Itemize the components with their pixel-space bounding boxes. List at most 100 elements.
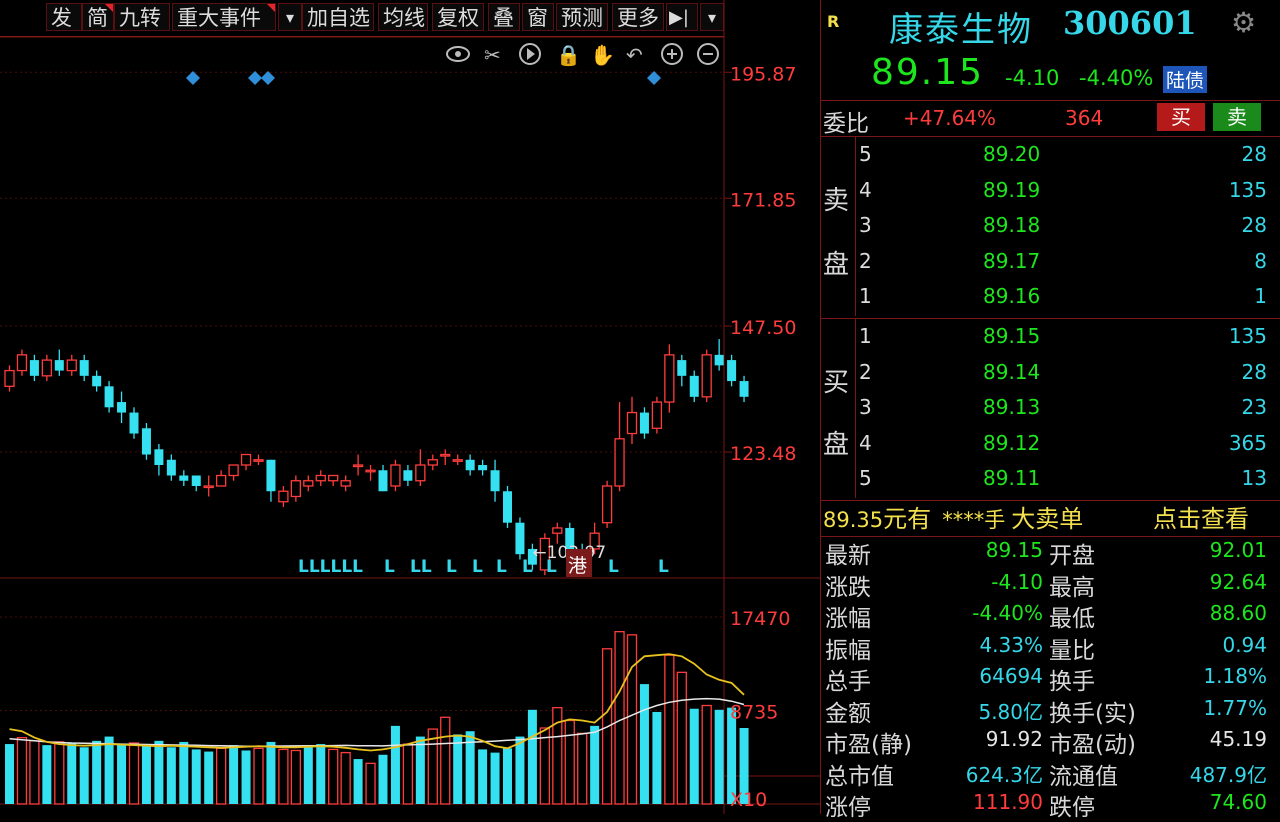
volume-bar[interactable] bbox=[241, 750, 251, 804]
sell-level-row[interactable]: 5 89.20 28 bbox=[857, 138, 1267, 172]
volume-bar[interactable] bbox=[215, 747, 227, 805]
sell-level-row[interactable]: 4 89.19 135 bbox=[857, 174, 1267, 208]
volume-bar[interactable] bbox=[626, 634, 638, 805]
volume-bar[interactable] bbox=[128, 742, 140, 805]
event-diamond[interactable] bbox=[186, 71, 200, 85]
volume-bar[interactable] bbox=[564, 719, 575, 805]
volume-bar[interactable] bbox=[689, 708, 699, 804]
candle[interactable] bbox=[552, 522, 563, 544]
volume-bar[interactable] bbox=[427, 728, 438, 805]
candle[interactable] bbox=[166, 454, 176, 481]
candle[interactable] bbox=[614, 402, 625, 492]
volume-bar[interactable] bbox=[590, 725, 600, 804]
volume-bar[interactable] bbox=[5, 744, 14, 804]
sell-level-row[interactable]: 3 89.18 28 bbox=[857, 209, 1267, 243]
lock-icon[interactable]: 🔒 bbox=[556, 43, 581, 67]
candle[interactable] bbox=[701, 349, 712, 403]
volume-bar[interactable] bbox=[266, 741, 276, 804]
volume-bar[interactable] bbox=[229, 745, 239, 804]
candle[interactable] bbox=[490, 459, 500, 502]
buy-level-row[interactable]: 3 89.13 23 bbox=[857, 391, 1267, 425]
scissors-icon[interactable]: ✂ bbox=[484, 43, 501, 67]
candle[interactable] bbox=[129, 407, 139, 439]
volume-bar[interactable] bbox=[577, 732, 588, 805]
volume-bar[interactable] bbox=[191, 749, 201, 804]
candle[interactable] bbox=[340, 475, 351, 492]
candle[interactable] bbox=[677, 354, 687, 387]
volume-bar[interactable] bbox=[478, 749, 488, 804]
candle[interactable] bbox=[303, 475, 314, 492]
candle[interactable] bbox=[403, 465, 413, 486]
kline-chart[interactable]: ✂ 🔒 ✋ ↶ 195.87 171.85 147.50 123.48 17470 8735 X1… bbox=[0, 0, 820, 814]
gear-icon[interactable]: ⚙ bbox=[1231, 6, 1256, 39]
candle[interactable] bbox=[503, 485, 512, 528]
volume-bar[interactable] bbox=[29, 740, 40, 805]
candle[interactable] bbox=[29, 354, 39, 382]
candle[interactable] bbox=[478, 459, 488, 476]
candle[interactable] bbox=[352, 454, 364, 476]
undo-icon[interactable]: ↶ bbox=[626, 43, 643, 67]
candle[interactable] bbox=[714, 339, 724, 371]
eye-icon[interactable] bbox=[446, 46, 470, 62]
big-order-link[interactable]: 点击查看 bbox=[1153, 502, 1249, 536]
volume-bar[interactable] bbox=[701, 704, 712, 805]
candle[interactable] bbox=[739, 375, 749, 403]
volume-bar[interactable] bbox=[179, 741, 189, 804]
candle[interactable] bbox=[54, 349, 64, 376]
candle[interactable] bbox=[104, 381, 114, 413]
candle[interactable] bbox=[4, 365, 15, 392]
volume-bar[interactable] bbox=[503, 748, 512, 804]
volume-bar[interactable] bbox=[539, 727, 550, 805]
volume-bar[interactable] bbox=[316, 744, 326, 804]
buy-button[interactable]: 买 bbox=[1157, 103, 1205, 131]
play-icon[interactable] bbox=[519, 43, 541, 65]
event-diamond[interactable] bbox=[248, 71, 262, 85]
volume-bar[interactable] bbox=[652, 711, 662, 804]
candle[interactable] bbox=[179, 470, 189, 486]
volume-bar[interactable] bbox=[278, 748, 289, 805]
volume-bar[interactable] bbox=[353, 759, 363, 804]
hk-badge[interactable]: 港 bbox=[568, 555, 587, 577]
volume-bar[interactable] bbox=[340, 751, 351, 805]
candle[interactable] bbox=[141, 423, 151, 460]
candle[interactable] bbox=[515, 517, 525, 560]
volume-bar[interactable] bbox=[42, 745, 52, 804]
candle[interactable] bbox=[290, 475, 302, 502]
volume-bar[interactable] bbox=[490, 752, 500, 804]
candle[interactable] bbox=[191, 475, 201, 492]
zoom-in-icon[interactable] bbox=[661, 43, 683, 65]
connect-badge[interactable]: 陆债 bbox=[1163, 66, 1208, 93]
candle[interactable] bbox=[427, 454, 438, 471]
candle[interactable] bbox=[315, 470, 326, 486]
sell-level-row[interactable]: 2 89.17 8 bbox=[857, 245, 1267, 279]
volume-bar[interactable] bbox=[639, 684, 649, 804]
candle[interactable] bbox=[664, 344, 675, 413]
volume-bar[interactable] bbox=[440, 716, 451, 805]
candle[interactable] bbox=[79, 354, 89, 382]
volume-bar[interactable] bbox=[253, 747, 264, 805]
volume-bar[interactable] bbox=[67, 742, 77, 804]
candle[interactable] bbox=[727, 354, 737, 387]
candle[interactable] bbox=[328, 474, 339, 486]
candle[interactable] bbox=[16, 349, 28, 376]
candle[interactable] bbox=[639, 407, 649, 439]
volume-bar[interactable] bbox=[328, 748, 339, 805]
candle[interactable] bbox=[465, 454, 475, 476]
candle[interactable] bbox=[240, 453, 252, 471]
volume-bar[interactable] bbox=[676, 671, 687, 805]
sell-level-row[interactable]: 1 89.16 1 bbox=[857, 280, 1267, 314]
buy-level-row[interactable]: 5 89.11 13 bbox=[857, 462, 1267, 496]
candle[interactable] bbox=[601, 480, 613, 528]
candle[interactable] bbox=[390, 459, 401, 492]
volume-bar[interactable] bbox=[141, 746, 151, 804]
candle[interactable] bbox=[365, 465, 376, 481]
sell-button[interactable]: 卖 bbox=[1213, 103, 1261, 131]
candle[interactable] bbox=[440, 449, 451, 466]
candle[interactable] bbox=[253, 454, 264, 466]
buy-level-row[interactable]: 1 89.15 135 bbox=[857, 320, 1267, 354]
volume-bar[interactable] bbox=[515, 736, 525, 804]
candle[interactable] bbox=[626, 396, 638, 445]
volume-bar[interactable] bbox=[527, 709, 537, 804]
volume-bar[interactable] bbox=[664, 654, 675, 805]
volume-bar[interactable] bbox=[614, 631, 625, 805]
